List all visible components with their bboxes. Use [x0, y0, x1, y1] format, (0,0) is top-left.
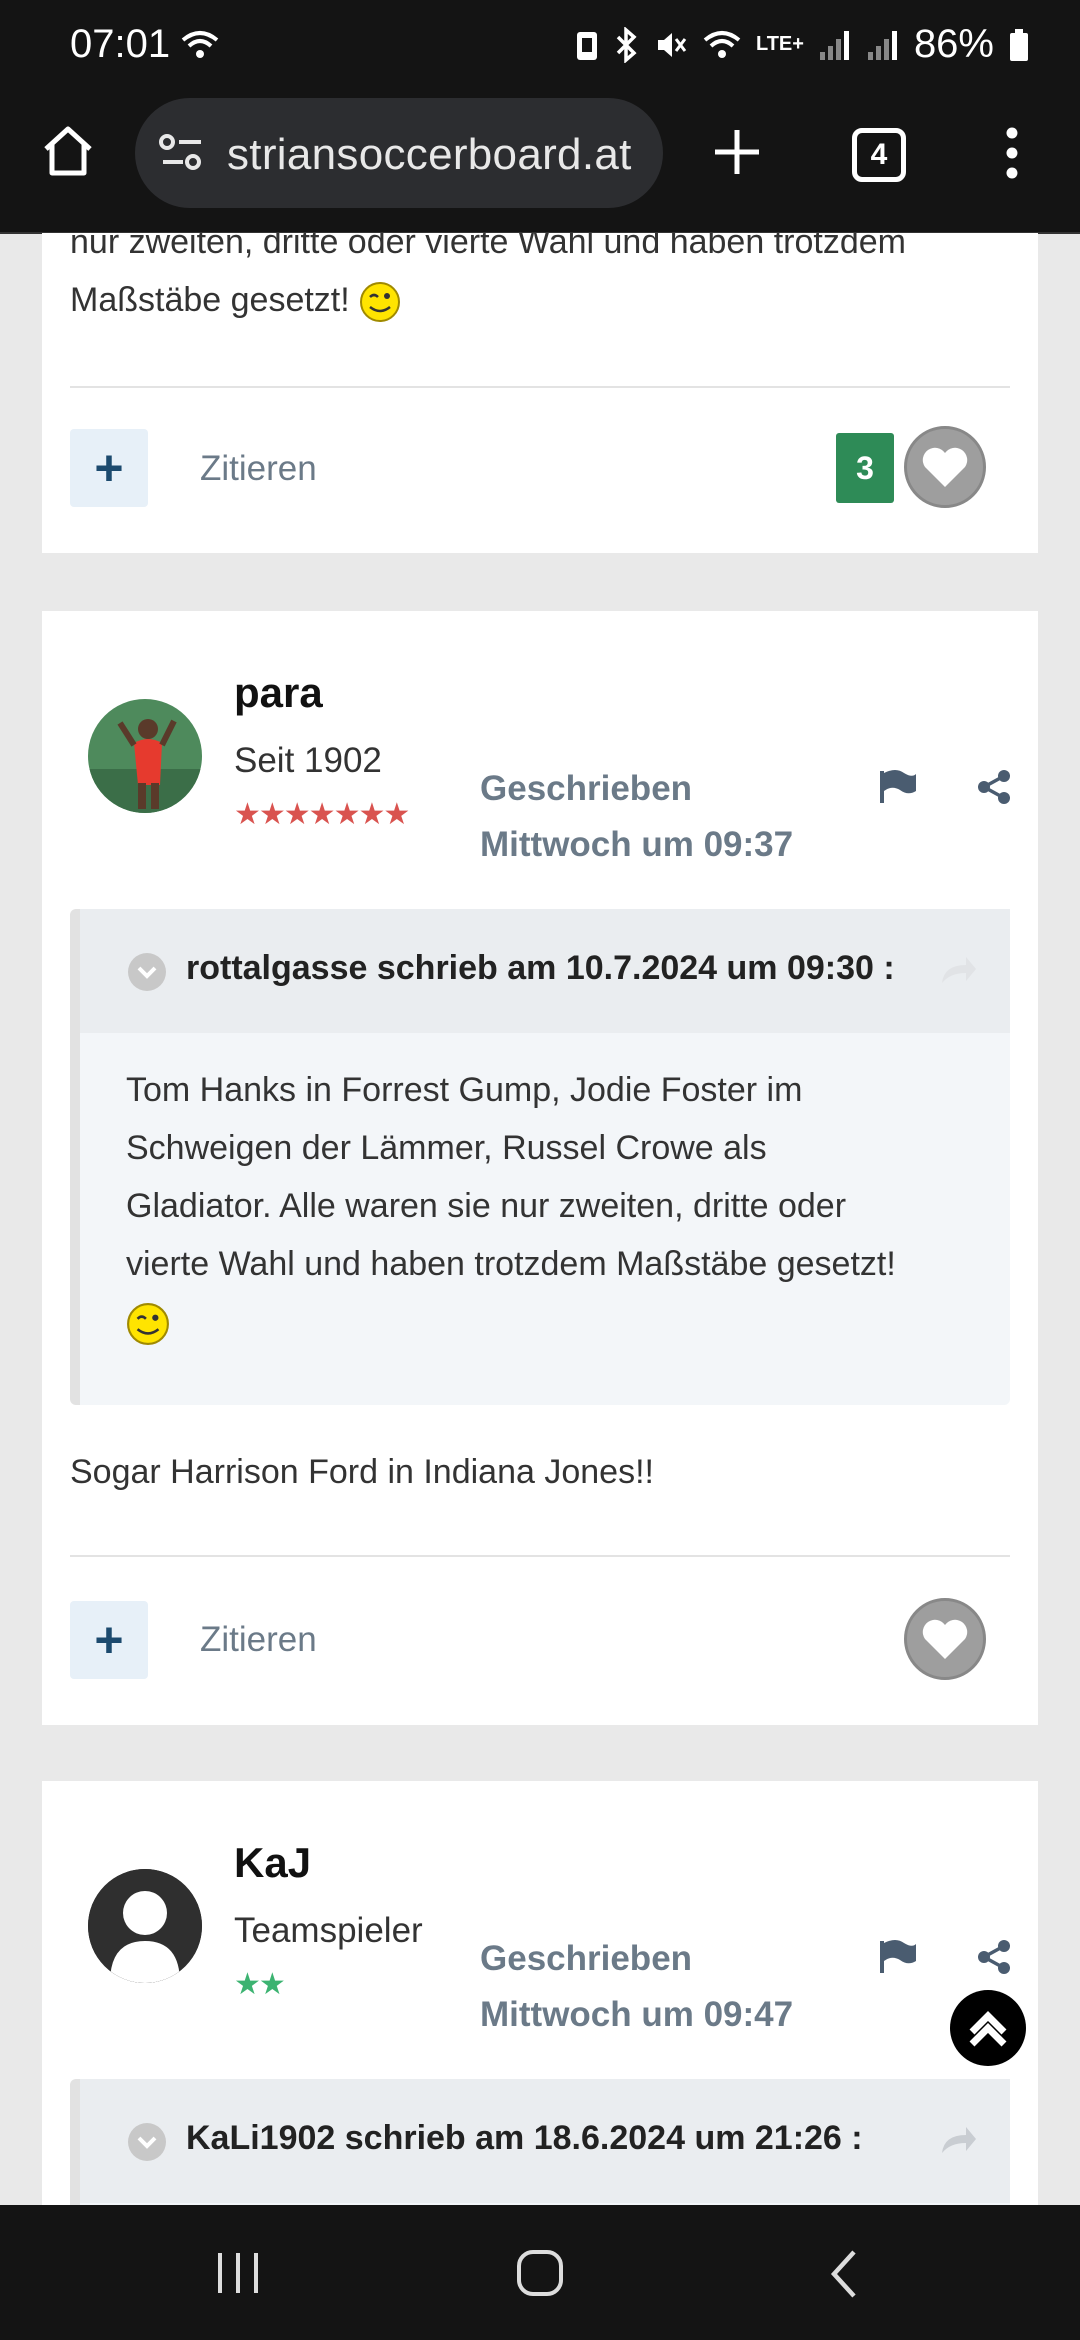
quote-text: Tom Hanks in Forrest Gump, Jodie Foster … [126, 1061, 896, 1351]
tab-switcher-button[interactable]: 4 [852, 128, 906, 182]
post-card: nur zweiten, dritte oder vierte Wahl und… [42, 233, 1038, 553]
multi-quote-button[interactable]: + [70, 429, 148, 507]
rank-stars: ★★★★★★★ [234, 798, 410, 831]
site-settings-icon[interactable] [159, 132, 205, 177]
battery-icon [1010, 28, 1028, 61]
signal-icon [819, 30, 849, 60]
battery-percent: 86% [913, 22, 994, 66]
multi-quote-button[interactable]: + [70, 1601, 148, 1679]
chevron-down-icon[interactable] [128, 2123, 166, 2161]
go-to-quoted-post-icon[interactable] [938, 955, 978, 990]
report-flag-icon[interactable] [878, 769, 918, 810]
avatar[interactable] [88, 1869, 202, 1983]
quote-link[interactable]: Zitieren [200, 1620, 317, 1660]
network-type: LTE+ [755, 33, 804, 55]
system-nav-bar [0, 2205, 1080, 2340]
quote-header[interactable]: KaLi1902 schrieb am 18.6.2024 um 21:26 : [80, 2079, 1010, 2203]
quote-block: rottalgasse schrieb am 10.7.2024 um 09:3… [70, 909, 1010, 1405]
signal-icon-2 [867, 30, 897, 60]
mute-icon [657, 32, 687, 57]
more-menu-icon[interactable] [1000, 125, 1024, 186]
status-right: LTE+ 86% [574, 22, 1030, 67]
quote-header[interactable]: rottalgasse schrieb am 10.7.2024 um 09:3… [80, 909, 1010, 1033]
like-button[interactable] [904, 1598, 986, 1680]
page-content: nur zweiten, dritte oder vierte Wahl und… [0, 233, 1080, 2205]
like-count-badge[interactable]: 3 [836, 433, 894, 503]
scroll-to-top-button[interactable] [950, 1990, 1026, 2066]
go-to-quoted-post-icon[interactable] [938, 2125, 978, 2160]
status-bar: 07:01 LTE+ 86% [0, 0, 1080, 95]
url-bar[interactable]: striansoccerboard.at [135, 98, 663, 208]
avatar[interactable] [88, 699, 202, 813]
home-button-icon[interactable] [516, 2249, 564, 2302]
quote-block: KaLi1902 schrieb am 18.6.2024 um 21:26 : [70, 2079, 1010, 2205]
wifi-icon [703, 30, 741, 58]
quote-author-line: KaLi1902 schrieb am 18.6.2024 um 21:26 : [186, 2119, 863, 2157]
user-rank: Teamspieler [234, 1911, 423, 1950]
heart-icon [922, 1619, 968, 1659]
new-tab-icon[interactable] [710, 125, 764, 184]
wifi-calling-icon [180, 28, 220, 67]
username[interactable]: para [234, 669, 323, 717]
share-icon[interactable] [976, 1939, 1012, 1980]
user-rank: Seit 1902 [234, 741, 382, 780]
like-button[interactable] [904, 426, 986, 508]
quote-link[interactable]: Zitieren [200, 449, 317, 489]
share-icon[interactable] [976, 769, 1012, 810]
post-card: para Seit 1902 ★★★★★★★ Geschrieben Mittw… [42, 611, 1038, 1725]
post-date[interactable]: Geschrieben Mittwoch um 09:47 [480, 1931, 793, 2043]
post-text: Sogar Harrison Ford in Indiana Jones!! [70, 1453, 654, 1491]
rank-stars: ★★ [234, 1968, 286, 2001]
quote-author-line: rottalgasse schrieb am 10.7.2024 um 09:3… [186, 949, 895, 987]
wink-emoji-icon [360, 282, 401, 323]
battery-saver-icon [576, 31, 597, 60]
username[interactable]: KaJ [234, 1839, 311, 1887]
heart-icon [922, 447, 968, 487]
status-time: 07:01 [70, 22, 171, 66]
chevron-up-icon [969, 2011, 1007, 2047]
bluetooth-icon [616, 26, 637, 63]
back-icon[interactable] [828, 2249, 860, 2304]
recent-apps-icon[interactable] [214, 2251, 264, 2300]
post-card: KaJ Teamspieler ★★ Geschrieben Mittwoch … [42, 1781, 1038, 2205]
post-divider [70, 1555, 1010, 1557]
post-date[interactable]: Geschrieben Mittwoch um 09:37 [480, 761, 793, 873]
browser-toolbar: striansoccerboard.at 4 [0, 95, 1080, 234]
report-flag-icon[interactable] [878, 1939, 918, 1980]
url-text: striansoccerboard.at [227, 130, 632, 179]
chevron-down-icon[interactable] [128, 953, 166, 991]
home-icon[interactable] [40, 123, 96, 184]
post-text: nur zweiten, dritte oder vierte Wahl und… [70, 233, 906, 329]
wink-emoji-icon [127, 1303, 169, 1345]
post-divider [70, 386, 1010, 388]
